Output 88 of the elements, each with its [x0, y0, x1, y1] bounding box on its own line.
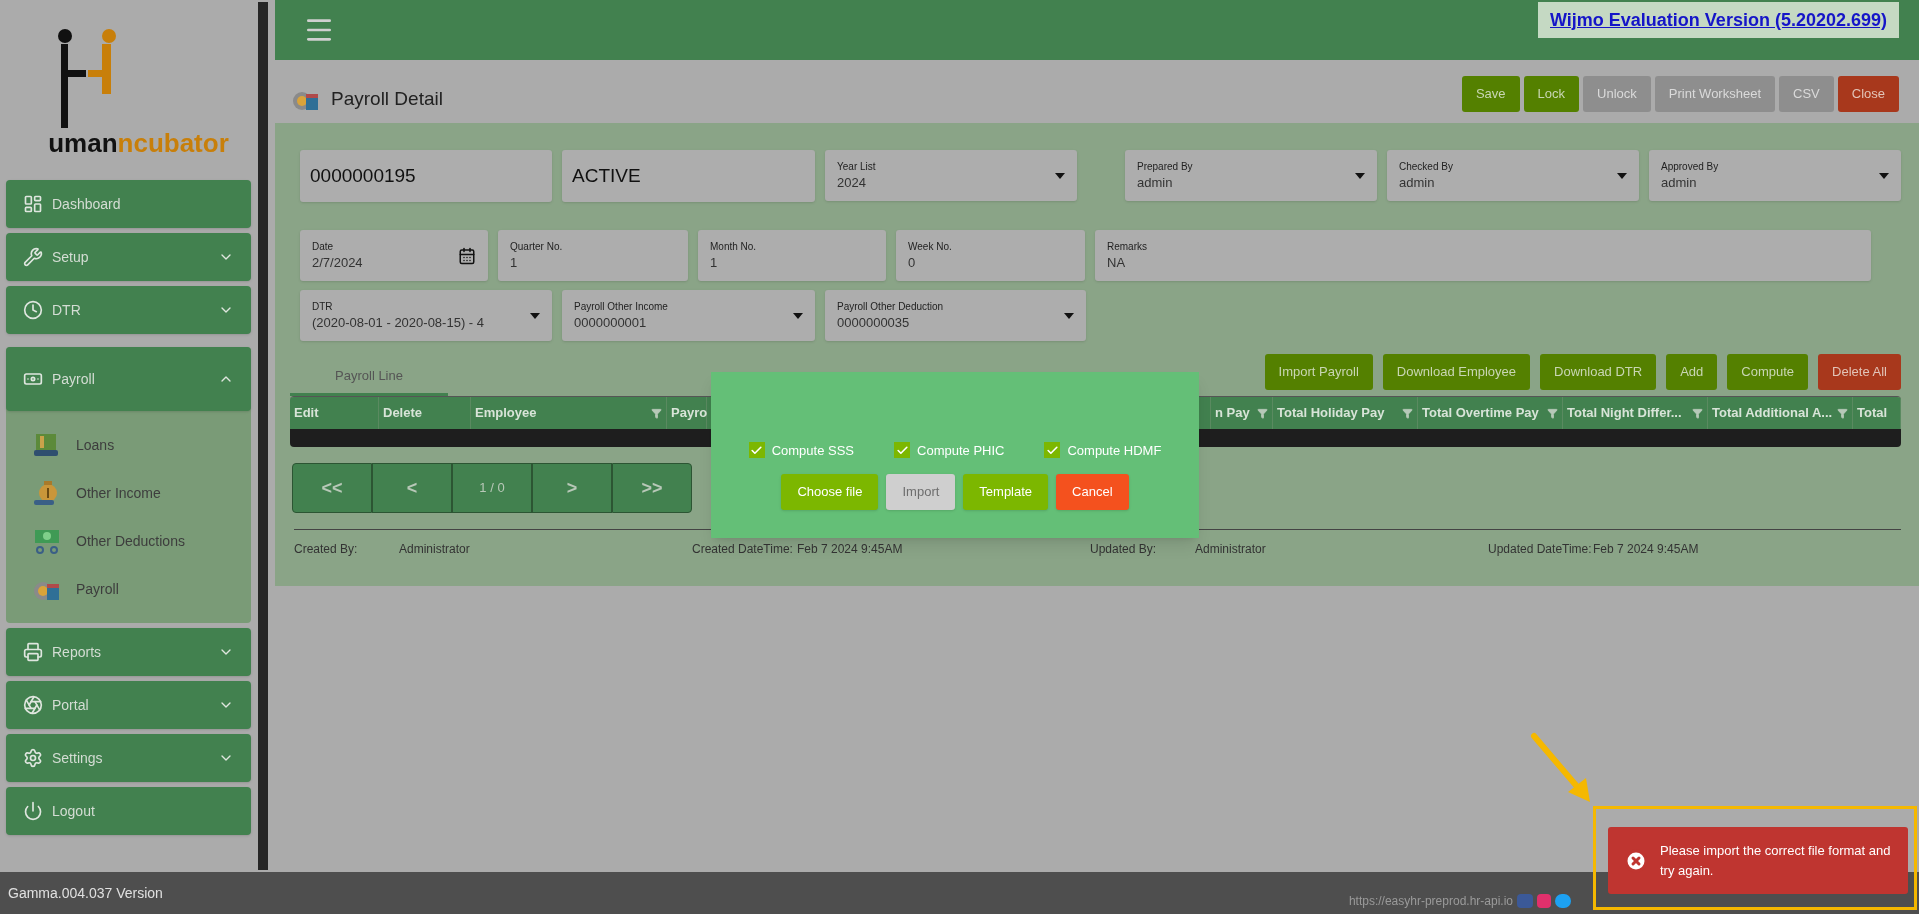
audit-label: Updated By: [1090, 541, 1158, 558]
sidebar-item[interactable]: Setup [6, 233, 251, 281]
input-field[interactable]: Remarks NA [1095, 230, 1871, 281]
text-field[interactable]: ACTIVE [562, 150, 815, 202]
dropdown-caret-icon [530, 312, 540, 319]
pager-button[interactable]: >> [612, 463, 692, 513]
check-icon [750, 443, 764, 457]
filter-icon[interactable] [1837, 407, 1848, 419]
filter-icon[interactable] [1547, 407, 1558, 419]
check-icon [895, 443, 909, 457]
dropdown-caret-icon [1355, 172, 1365, 179]
dropdown-field[interactable]: Payroll Other Deduction 0000000035 [825, 290, 1086, 341]
sidebar-item[interactable]: Portal [6, 681, 251, 729]
toast-message: Please import the correct file format and try again. [1660, 841, 1892, 880]
sidebar-subitem[interactable]: Other Income [6, 469, 251, 517]
sidebar-subitem[interactable]: Other Deductions [6, 517, 251, 565]
sidebar-item[interactable]: DTR [6, 286, 251, 334]
dropdown-caret-icon [1879, 172, 1889, 179]
page-indicator: 1 / 0 [452, 463, 532, 513]
sidebar-item[interactable]: Logout [6, 787, 251, 835]
printer-icon [23, 642, 43, 662]
audit-label: Updated DateTime: [1488, 541, 1593, 558]
date-field[interactable]: Date 2/7/2024 [300, 230, 488, 281]
sidebar-subitem[interactable]: Loans [6, 421, 251, 469]
calendar-icon [458, 246, 476, 265]
dialog-button[interactable]: Choose file [781, 474, 879, 510]
audit-value: Administrator [399, 541, 470, 558]
scrollbar[interactable] [258, 2, 268, 870]
input-field[interactable]: Quarter No. 1 [498, 230, 688, 281]
action-button[interactable]: Download DTR [1540, 354, 1657, 390]
dialog-button[interactable]: Template [963, 474, 1049, 510]
audit-value: Feb 7 2024 9:45AM [797, 541, 903, 558]
action-button[interactable]: Import Payroll [1264, 354, 1373, 390]
version-text: Gamma.004.037 Version [8, 883, 163, 903]
filter-icon[interactable] [1692, 407, 1703, 419]
sidebar-subitem[interactable]: Payroll [6, 565, 251, 613]
dialog-button[interactable]: Cancel [1056, 474, 1129, 510]
compute-checkbox[interactable]: Compute SSS [748, 440, 854, 460]
pager-button[interactable]: < [372, 463, 452, 513]
dropdown-field[interactable]: Checked By admin [1387, 150, 1639, 201]
sidebar-item[interactable]: Dashboard [6, 180, 251, 228]
toolbar-button[interactable]: Save [1461, 76, 1520, 112]
sidebar-item[interactable]: Reports [6, 628, 251, 676]
dropdown-caret-icon [1617, 172, 1627, 179]
pager-button[interactable]: > [532, 463, 612, 513]
audit-value: Administrator [1195, 541, 1266, 558]
audit-value: Feb 7 2024 9:45AM [1593, 541, 1699, 558]
power-icon [23, 801, 43, 821]
dropdown-field[interactable]: Year List 2024 [825, 150, 1077, 201]
dropdown-field[interactable]: DTR (2020-08-01 - 2020-08-15) - 4 [300, 290, 552, 341]
input-field[interactable]: Month No. 1 [698, 230, 886, 281]
action-button[interactable]: Delete All [1818, 354, 1901, 390]
evaluation-banner[interactable]: Wijmo Evaluation Version (5.20202.699) [1538, 2, 1899, 38]
instagram-icon[interactable] [1537, 894, 1551, 908]
clock-icon [23, 300, 43, 320]
site-url: https://easyhr-preprod.hr-api.io [1348, 893, 1513, 910]
filter-icon[interactable] [651, 407, 662, 419]
aperture-icon [23, 695, 43, 715]
text-field[interactable]: 0000000195 [300, 150, 552, 202]
input-field[interactable]: Week No. 0 [896, 230, 1085, 281]
page-title: Payroll Detail [331, 87, 443, 111]
twitter-icon[interactable] [1555, 894, 1571, 908]
action-button[interactable]: Download Employee [1382, 354, 1531, 390]
check-icon [1045, 443, 1059, 457]
logo-text: ncubator [117, 130, 229, 156]
toolbar-button[interactable]: Lock [1523, 76, 1579, 112]
dropdown-field[interactable]: Payroll Other Income 0000000001 [562, 290, 815, 341]
filter-icon[interactable] [1402, 407, 1413, 419]
audit-label: Created DateTime: [692, 541, 794, 558]
settings-icon [23, 748, 43, 768]
toolbar-button[interactable]: Close [1837, 76, 1899, 112]
sidebar-item[interactable]: Payroll [6, 347, 251, 411]
sidebar-item[interactable]: Settings [6, 734, 251, 782]
dropdown-caret-icon [1055, 172, 1065, 179]
dropdown-field[interactable]: Prepared By admin [1125, 150, 1377, 201]
filter-icon[interactable] [1257, 407, 1268, 419]
compute-checkbox[interactable]: Compute PHIC [894, 440, 1005, 460]
pager-button[interactable]: << [292, 463, 372, 513]
dropdown-caret-icon [793, 312, 803, 319]
action-button[interactable]: Compute [1727, 354, 1809, 390]
audit-label: Created By: [294, 541, 359, 558]
dropdown-caret-icon [1064, 312, 1074, 319]
compute-checkbox[interactable]: Compute HDMF [1044, 440, 1162, 460]
wrench-icon [23, 247, 43, 267]
dropdown-field[interactable]: Approved By admin [1649, 150, 1901, 201]
action-button[interactable]: Add [1666, 354, 1718, 390]
dashboard-icon [23, 194, 43, 214]
logo-text: uman [48, 130, 118, 156]
